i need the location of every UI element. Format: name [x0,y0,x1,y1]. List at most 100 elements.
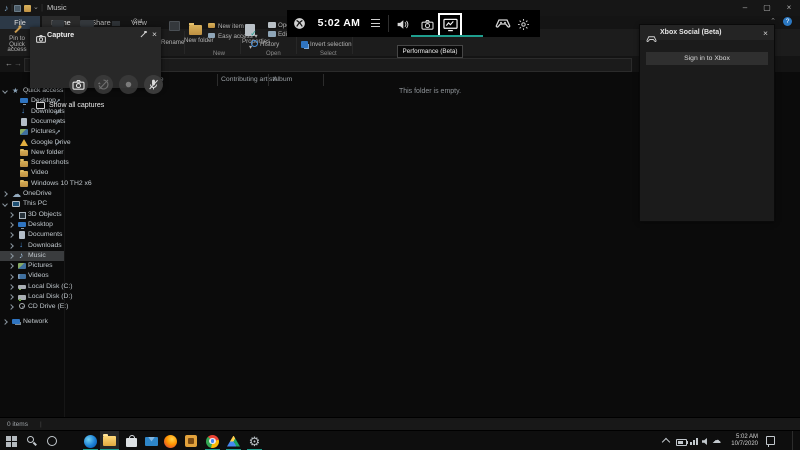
take-screenshot-button[interactable] [69,75,88,94]
sidebar-item-google-drive[interactable]: Google Drive [0,138,64,148]
sidebar-item-pictures[interactable]: Pictures [0,261,64,271]
easy-access-icon[interactable] [208,33,215,38]
new-folder-button[interactable]: New folder [184,38,208,44]
sidebar-item-windows-10-th2-x6[interactable]: Windows 10 TH2 x6 [0,179,64,189]
pin-to-quick-access-button[interactable]: Pin to Quick access [1,36,33,53]
help-icon[interactable]: ? [783,17,792,26]
sidebar-item-pictures[interactable]: Pictures [0,127,64,137]
performance-widget-button[interactable] [438,13,462,37]
taskbar-icon-file-explorer[interactable] [100,431,119,450]
settings-widget-button[interactable] [515,17,531,31]
mic-toggle-button[interactable] [144,75,163,94]
chevron-right-icon[interactable] [8,274,14,280]
taskbar-icon-chrome[interactable] [203,431,222,450]
start-recording-button[interactable] [119,75,138,94]
history-icon[interactable] [251,40,258,47]
sidebar-item-downloads[interactable]: Downloads [0,241,64,251]
minimize-button[interactable]: – [734,0,756,15]
chevron-right-icon[interactable] [8,263,14,269]
taskbar-icon-task-view[interactable] [62,431,81,450]
audio-widget-button[interactable] [394,17,410,31]
taskbar-icon-firefox[interactable] [161,431,180,450]
action-center-icon[interactable] [766,436,775,445]
qat-customize-chevron-icon[interactable]: ⌄ [33,3,39,11]
chevron-right-icon[interactable] [8,222,14,228]
taskbar-icon-search[interactable] [22,431,41,450]
taskbar-icon-start[interactable] [2,431,21,450]
taskbar-icon-cortana[interactable] [42,431,61,450]
chevron-right-icon[interactable] [8,284,14,290]
edit-icon[interactable] [268,31,276,37]
collapse-ribbon-chevron-icon[interactable]: ⌃ [770,17,776,25]
show-desktop-button[interactable] [792,431,793,450]
pin-widget-icon[interactable] [140,30,148,38]
taskbar-icon-drive[interactable] [224,431,243,450]
capture-widget-button[interactable] [419,17,435,31]
column-header-contributing-artists[interactable]: Contributing artists [221,76,278,83]
volume-icon[interactable] [702,438,710,445]
sidebar-item-music[interactable]: Music [0,251,64,261]
sidebar-item-screenshots[interactable]: Screenshots [0,158,64,168]
chevron-down-icon[interactable] [2,202,8,208]
open-icon[interactable] [268,22,276,28]
taskbar-icon-store[interactable] [122,431,141,450]
copy-icon[interactable] [52,20,64,27]
taskbar-icon-settings[interactable]: ⚙ [245,431,264,450]
sidebar-item-local-disk-d-[interactable]: Local Disk (D:) [0,292,64,302]
chevron-right-icon[interactable] [8,305,14,311]
taskbar-icon-mail[interactable] [142,431,161,450]
hidden-icons-chevron-icon[interactable] [662,438,670,446]
widget-menu-icon[interactable] [371,19,380,28]
tray-clock[interactable]: 5:02 AM 10/7/2020 [724,434,758,448]
sidebar-item-documents[interactable]: Documents [0,230,64,240]
sidebar-item-video[interactable]: Video [0,168,64,178]
sign-in-to-xbox-button[interactable]: Sign in to Xbox [646,52,768,65]
chevron-right-icon[interactable] [2,319,8,325]
xbox-social-header[interactable]: Xbox Social (Beta) × [640,25,774,40]
column-header-album[interactable]: Album [273,76,292,83]
chevron-right-icon[interactable] [8,253,14,259]
onedrive-icon[interactable]: ☁ [712,435,721,446]
qat-properties-icon[interactable] [14,5,21,12]
network-icon[interactable] [690,438,699,445]
record-last-30s-button[interactable] [94,75,113,94]
rename-button[interactable]: Rename [161,39,184,46]
capture-widget-header[interactable]: Capture × [30,27,161,40]
sidebar-item-onedrive[interactable]: OneDrive [0,189,64,199]
close-social-icon[interactable]: × [763,28,768,38]
copy-path-icon[interactable] [112,21,120,26]
qat-new-folder-icon[interactable] [24,5,31,12]
battery-icon[interactable] [676,439,687,446]
maximize-button[interactable]: ▢ [756,0,778,15]
taskbar-icon-edge[interactable] [81,431,100,450]
sidebar-item-new-folder[interactable]: New folder [0,148,64,158]
new-folder-icon[interactable] [189,25,202,35]
paste-icon[interactable] [80,20,94,27]
sidebar-item-this-pc[interactable]: This PC [0,199,64,209]
sidebar-item-local-disk-c-[interactable]: Local Disk (C:) [0,282,64,292]
cut-button[interactable]: Cut [133,19,142,25]
close-button[interactable]: × [778,0,800,15]
rename-icon[interactable] [169,21,180,31]
history-button[interactable]: History [260,41,279,48]
xbox-logo-icon[interactable] [293,17,306,30]
chevron-right-icon[interactable] [8,212,14,218]
forward-arrow-icon[interactable]: → [14,59,22,68]
chevron-right-icon[interactable] [8,294,14,300]
properties-icon[interactable] [245,24,255,36]
taskbar-icon-yellow-app[interactable] [181,431,200,450]
invert-selection-icon[interactable] [301,41,308,48]
sidebar-item-network[interactable]: Network [0,317,64,327]
sidebar-item-documents[interactable]: Documents [0,117,64,127]
chevron-down-icon[interactable] [2,88,8,94]
sidebar-item-desktop[interactable]: Desktop [0,220,64,230]
close-widget-icon[interactable]: × [152,29,157,39]
back-arrow-icon[interactable]: ← [5,59,13,68]
chevron-right-icon[interactable] [8,233,14,239]
chevron-right-icon[interactable] [2,191,8,197]
xbox-social-widget-button[interactable] [495,17,511,31]
new-item-icon[interactable] [208,23,215,28]
sidebar-item-cd-drive-e-[interactable]: CD Drive (E:) [0,302,64,312]
sidebar-item-videos[interactable]: Videos [0,271,64,281]
invert-selection-button[interactable]: Invert selection [310,41,352,48]
